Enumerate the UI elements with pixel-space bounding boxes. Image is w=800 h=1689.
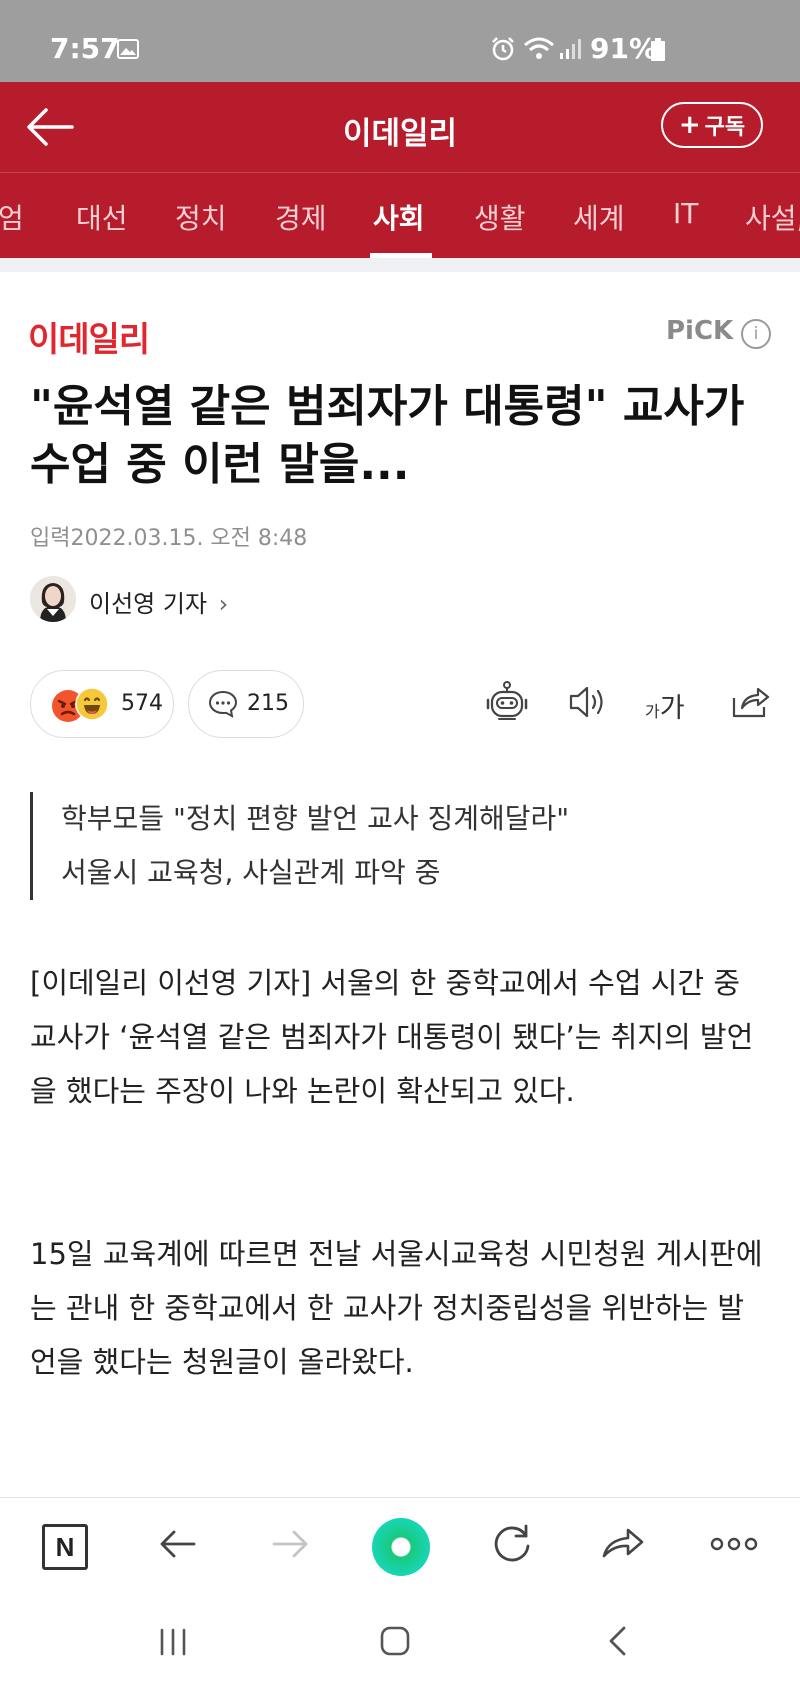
article-paragraph: 15일 교육계에 따르면 전날 서울시교육청 시민청원 게시판에는 관내 한 중… <box>30 1237 763 1379</box>
naver-home-button[interactable]: N <box>42 1524 88 1570</box>
battery-percent: 91% <box>590 32 658 65</box>
status-bar: 7:57 91% <box>0 0 800 82</box>
article-headline: "윤석열 같은 범죄자가 대통령" 교사가 수업 중 이런 말을... <box>30 381 745 490</box>
comment-icon <box>208 690 238 718</box>
share-icon[interactable] <box>728 680 772 724</box>
green-dot-button[interactable] <box>372 1518 430 1576</box>
home-icon[interactable] <box>379 1625 411 1657</box>
wifi-icon <box>524 37 554 59</box>
forward-arrow-icon <box>272 1530 308 1558</box>
publish-time: 입력2022.03.15. 오전 8:48 <box>30 526 308 551</box>
font-size-button[interactable]: 가가 <box>645 686 685 725</box>
comment-count: 215 <box>247 691 289 716</box>
info-icon[interactable]: i <box>741 319 771 349</box>
reporter-avatar[interactable] <box>30 576 76 622</box>
battery-icon <box>651 38 665 61</box>
share-arrow-icon[interactable] <box>598 1520 646 1568</box>
robot-summary-icon[interactable] <box>485 680 529 724</box>
more-icon[interactable] <box>708 1520 760 1568</box>
app-header: 이데일리 + 구독 <box>0 82 800 172</box>
category-tab-bar: 엄 대선 정치 경제 사회 생활 세계 IT 사설, <box>0 172 800 258</box>
browser-toolbar: N <box>0 1497 800 1597</box>
divider <box>0 258 800 272</box>
tab-entertainment[interactable]: 엄 <box>0 197 24 237</box>
subscribe-button[interactable]: + 구독 <box>661 102 763 148</box>
reaction-count: 574 <box>121 691 163 716</box>
summary-line: 학부모들 "정치 편향 발언 교사 징계해달라" <box>61 802 570 835</box>
laugh-emoji-icon <box>75 687 109 721</box>
plus-icon: + <box>678 110 701 140</box>
back-arrow-icon[interactable] <box>154 1520 202 1568</box>
tab-economy[interactable]: 경제 <box>275 197 327 237</box>
refresh-icon[interactable] <box>488 1520 536 1568</box>
reporter-link[interactable]: 이선영 기자 › <box>89 584 228 619</box>
reporter-name: 이선영 기자 <box>89 590 208 618</box>
article-paragraph: [이데일리 이선영 기자] 서울의 한 중학교에서 수업 시간 중 교사가 ‘윤… <box>30 966 754 1108</box>
press-logo[interactable]: 이데일리 <box>28 312 150 361</box>
tab-society[interactable]: 사회 <box>373 197 425 237</box>
tab-it[interactable]: IT <box>673 197 698 230</box>
comment-button[interactable]: 215 <box>188 670 304 738</box>
status-time: 7:57 <box>50 32 120 65</box>
tab-world[interactable]: 세계 <box>573 197 625 237</box>
android-nav-bar <box>0 1597 800 1689</box>
subscribe-label: 구독 <box>704 115 746 140</box>
recent-apps-icon[interactable] <box>158 1627 188 1657</box>
tab-editorial[interactable]: 사설, <box>745 197 800 237</box>
signal-icon <box>560 39 581 59</box>
speaker-icon[interactable] <box>565 680 609 724</box>
font-size-small-label: 가 <box>645 702 660 721</box>
tab-life[interactable]: 생활 <box>474 197 526 237</box>
font-size-large-label: 가 <box>659 693 685 724</box>
avatar-portrait-icon <box>30 576 76 622</box>
chevron-right-icon: › <box>218 590 229 618</box>
summary-line: 서울시 교육청, 사실관계 파악 중 <box>61 856 441 889</box>
gallery-notification-icon <box>117 39 139 59</box>
tab-politics[interactable]: 정치 <box>175 197 227 237</box>
nav-back-icon[interactable] <box>606 1625 628 1657</box>
pick-badge: PiCK <box>666 316 734 346</box>
reaction-button[interactable]: 574 <box>30 670 174 738</box>
tab-election[interactable]: 대선 <box>76 197 128 237</box>
alarm-icon <box>492 37 514 61</box>
article-summary: 학부모들 "정치 편향 발언 교사 징계해달라" 서울시 교육청, 사실관계 파… <box>30 792 569 900</box>
